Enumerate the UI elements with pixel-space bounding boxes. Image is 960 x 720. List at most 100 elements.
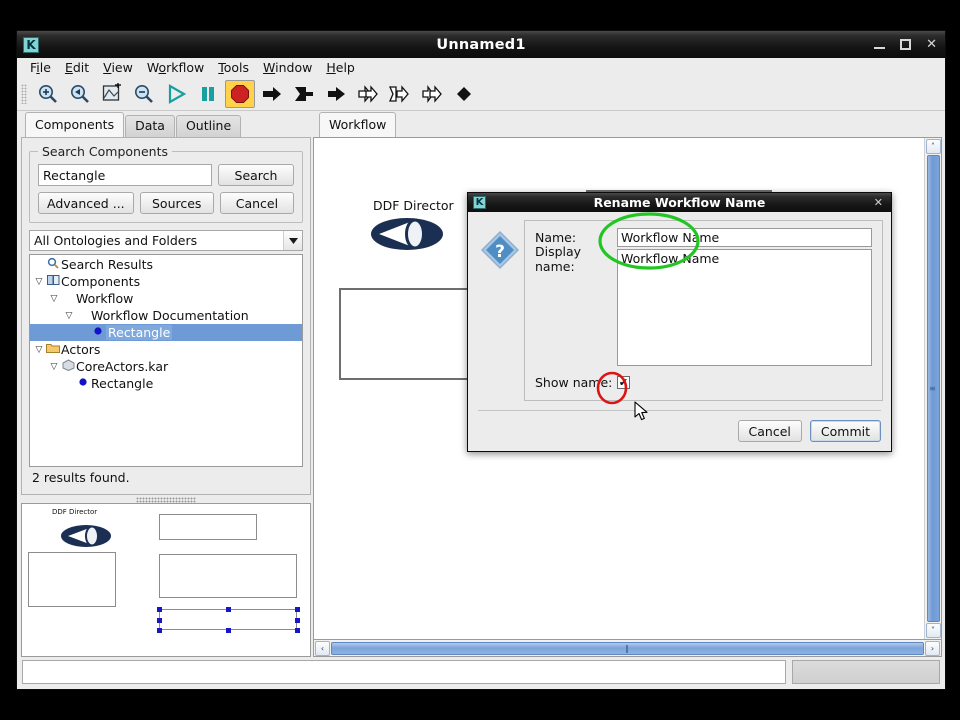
toolbar xyxy=(17,77,945,111)
results-status: 2 results found. xyxy=(32,470,130,485)
close-button[interactable]: ✕ xyxy=(926,38,937,51)
menu-window[interactable]: Window xyxy=(256,59,319,76)
selection-handle[interactable] xyxy=(226,607,231,612)
tree-item-coreactors-kar[interactable]: ▽ CoreActors.kar xyxy=(30,358,302,375)
ddf-director-icon[interactable] xyxy=(369,214,445,254)
tree-item-workflow-documentation[interactable]: ▽ Workflow Documentation xyxy=(30,307,302,324)
tree-item-actors[interactable]: ▽ Actors xyxy=(30,341,302,358)
display-name-textarea[interactable]: Workflow Name xyxy=(617,249,872,268)
tree-item-label: CoreActors.kar xyxy=(76,359,169,374)
tree-twisty-icon[interactable]: ▽ xyxy=(33,277,45,287)
canvas-horizontal-scrollbar[interactable]: ‹ ‖ › xyxy=(313,640,942,657)
minimize-button[interactable] xyxy=(874,40,886,49)
maximize-button[interactable] xyxy=(900,39,912,50)
scroll-down-button[interactable]: ˅ xyxy=(925,623,941,638)
zoom-reset-icon[interactable] xyxy=(65,80,95,108)
menu-workflow[interactable]: Workflow xyxy=(140,59,211,76)
tree-item-components[interactable]: ▽ Components xyxy=(30,273,302,290)
diamond-icon[interactable] xyxy=(449,80,479,108)
dot-icon xyxy=(75,377,91,390)
display-name-textarea-body[interactable] xyxy=(535,268,872,366)
thumbnail-rectangle[interactable] xyxy=(159,554,297,598)
selection-handle[interactable] xyxy=(295,607,300,612)
outline-thumbnail[interactable]: DDF Director xyxy=(21,503,311,657)
selection-handle[interactable] xyxy=(295,617,300,623)
stop-icon[interactable] xyxy=(225,79,255,108)
menubar: File Edit View Workflow Tools Window Hel… xyxy=(17,58,945,77)
tree-item-rectangle[interactable]: Rectangle xyxy=(30,324,302,341)
tree-item-workflow[interactable]: ▽ Workflow xyxy=(30,290,302,307)
scroll-right-button[interactable]: › xyxy=(925,640,940,656)
menu-edit[interactable]: Edit xyxy=(58,59,96,76)
sources-button[interactable]: Sources xyxy=(139,192,214,214)
name-input[interactable] xyxy=(617,228,872,247)
tree-item-rectangle[interactable]: Rectangle xyxy=(30,375,302,392)
zoom-in-icon[interactable] xyxy=(33,80,63,108)
selection-handle[interactable] xyxy=(295,628,300,633)
menu-tools[interactable]: Tools xyxy=(211,59,256,76)
tree-twisty-icon[interactable]: ▽ xyxy=(48,294,60,304)
tree-item-search-results[interactable]: Search Results xyxy=(30,256,302,273)
component-tree[interactable]: Search Results ▽ Components ▽ Workflow ▽ Workf… xyxy=(29,254,303,467)
fast-forward-icon[interactable] xyxy=(353,80,383,108)
canvas-vertical-scrollbar[interactable]: ˄ ≡ ˅ xyxy=(924,138,941,639)
left-panel: Components Data Outline Search Component… xyxy=(17,111,313,659)
cancel-search-button[interactable]: Cancel xyxy=(219,192,295,214)
selection-handle[interactable] xyxy=(226,628,231,633)
tab-workflow[interactable]: Workflow xyxy=(319,112,397,137)
dialog-close-button[interactable]: ✕ xyxy=(874,196,883,209)
tree-twisty-icon[interactable]: ▽ xyxy=(48,362,60,372)
tab-components[interactable]: Components xyxy=(25,112,125,137)
zoom-fit-icon[interactable] xyxy=(97,80,127,108)
ontology-filter-value: All Ontologies and Folders xyxy=(34,233,198,248)
thumbnail-rectangle[interactable] xyxy=(159,609,297,630)
status-progress-bar xyxy=(792,660,940,684)
search-components-title: Search Components xyxy=(42,144,169,159)
step-forward-icon[interactable] xyxy=(321,80,351,108)
dot-icon xyxy=(90,326,106,339)
chevron-down-icon[interactable] xyxy=(283,231,302,250)
step-to-start-icon[interactable] xyxy=(289,80,319,108)
scroll-up-button[interactable]: ˄ xyxy=(925,139,941,154)
window-controls: ✕ xyxy=(874,38,937,51)
ontology-filter-combo[interactable]: All Ontologies and Folders xyxy=(29,230,303,251)
tree-item-label: Components xyxy=(61,274,141,289)
search-button[interactable]: Search xyxy=(218,164,294,186)
menu-view[interactable]: View xyxy=(96,59,140,76)
vertical-scroll-thumb[interactable]: ≡ xyxy=(926,155,940,622)
tree-item-label: Rectangle xyxy=(91,376,154,391)
window-titlebar[interactable]: K Unnamed1 ✕ xyxy=(17,31,945,58)
tree-twisty-icon[interactable]: ▽ xyxy=(63,311,75,321)
toolbar-grip[interactable] xyxy=(21,83,27,104)
dialog-titlebar[interactable]: K Rename Workflow Name ✕ xyxy=(468,193,891,212)
dialog-commit-button[interactable]: Commit xyxy=(809,420,881,442)
step-icon[interactable] xyxy=(257,80,287,108)
zoom-out-icon[interactable] xyxy=(129,80,159,108)
selection-handle[interactable] xyxy=(157,628,162,633)
canvas-director-label: DDF Director xyxy=(373,198,454,213)
tree-item-label: Search Results xyxy=(61,257,154,272)
tree-twisty-icon[interactable]: ▽ xyxy=(33,345,45,355)
advance-icon[interactable] xyxy=(417,80,447,108)
selection-handle[interactable] xyxy=(157,617,162,623)
pause-icon[interactable] xyxy=(193,80,223,108)
advanced-button[interactable]: Advanced ... xyxy=(38,192,134,214)
skip-icon[interactable] xyxy=(385,80,415,108)
menu-file[interactable]: File xyxy=(23,59,58,76)
show-name-checkbox[interactable]: ✔ xyxy=(617,376,630,389)
workflow-tabs: Workflow xyxy=(313,112,942,137)
thumbnail-rectangle[interactable] xyxy=(159,514,257,540)
window-title: Unnamed1 xyxy=(436,36,526,53)
selection-handle[interactable] xyxy=(157,607,162,612)
dialog-help-icon-wrap: ? xyxy=(476,220,524,401)
tab-data[interactable]: Data xyxy=(125,115,175,137)
menu-help[interactable]: Help xyxy=(319,59,362,76)
scroll-left-button[interactable]: ‹ xyxy=(315,640,330,656)
run-icon[interactable] xyxy=(161,80,191,108)
search-input[interactable] xyxy=(38,164,212,186)
dialog-cancel-button[interactable]: Cancel xyxy=(737,420,802,442)
tab-outline[interactable]: Outline xyxy=(175,115,242,137)
horizontal-scroll-thumb[interactable]: ‖ xyxy=(331,641,924,655)
thumbnail-rectangle[interactable] xyxy=(28,552,116,607)
app-icon: K xyxy=(23,36,39,53)
